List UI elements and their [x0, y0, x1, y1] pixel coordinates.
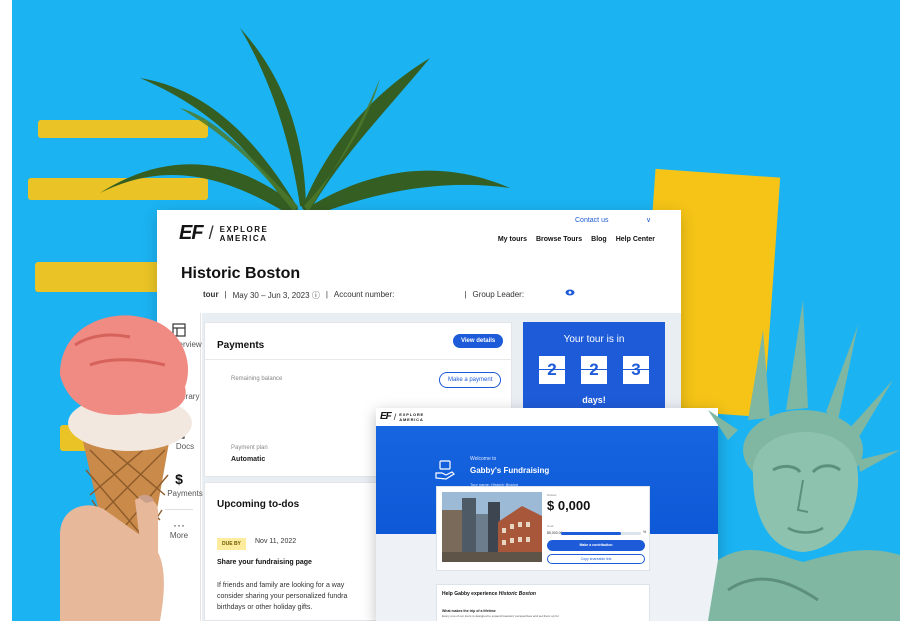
- help-card: Help Gabby experience Historic Boston Wh…: [436, 584, 650, 621]
- todo-line: consider sharing your personalized fundr…: [217, 593, 348, 600]
- countdown-digit: 3: [623, 356, 649, 384]
- progress-track: [561, 532, 641, 535]
- help-title-prefix: Help Gabby experience: [442, 591, 498, 597]
- copy-link-button[interactable]: Copy shareable link: [547, 554, 645, 564]
- ice-cream-image: [60, 315, 192, 621]
- logo-subtitle: EXPLORE AMERICA: [219, 224, 269, 243]
- eye-icon[interactable]: [565, 289, 575, 296]
- due-badge: DUE BY: [217, 538, 246, 550]
- payment-plan-value: Automatic: [231, 456, 266, 463]
- goal-label: Goal: [547, 524, 554, 528]
- view-details-button[interactable]: View details: [453, 334, 504, 348]
- ef-explore-america-logo[interactable]: EF / EXPLORE AMERICA: [380, 411, 425, 422]
- tour-dates: May 30 – Jun 3, 2023 ⓘ: [233, 290, 320, 301]
- tour-meta: tour | May 30 – Jun 3, 2023 ⓘ | Account …: [203, 290, 524, 301]
- fundraising-card: Raised $ 0,000 Goal $5,000.00 % Make a c…: [436, 486, 650, 571]
- logo-ef-text: EF: [380, 411, 392, 422]
- logo-ef-text: EF: [179, 222, 204, 244]
- fundraising-window: EF / EXPLORE AMERICA Welcome to Gabby's …: [376, 408, 718, 621]
- todo-line: If friends and family are looking for a …: [217, 582, 345, 589]
- progress-percent: %: [643, 530, 647, 534]
- progress-fill: [561, 532, 621, 535]
- chevron-down-icon[interactable]: ∨: [646, 216, 651, 224]
- contact-us-link[interactable]: Contact us: [575, 217, 608, 224]
- help-title-tour: Historic Boston: [498, 591, 536, 597]
- payments-title: Payments: [217, 340, 265, 351]
- remaining-balance-label: Remaining balance: [231, 376, 283, 382]
- todo-line: birthdays or other holiday gifts.: [217, 604, 313, 611]
- fundraising-name: Gabby's Fundraising: [470, 466, 550, 475]
- logo-subtitle: EXPLORE AMERICA: [399, 411, 425, 422]
- nav-browse-tours[interactable]: Browse Tours: [536, 236, 582, 243]
- countdown-title: Your tour is in: [563, 334, 625, 345]
- promo-stage: EF / EXPLORE AMERICA Contact us ∨ My tou…: [0, 0, 900, 621]
- boston-photo: [442, 492, 542, 562]
- due-date: Nov 11, 2022: [255, 538, 297, 545]
- header: EF / EXPLORE AMERICA Contact us ∨ My tou…: [157, 210, 681, 258]
- countdown-card: Your tour is in 2 2 3 days!: [523, 322, 665, 417]
- top-nav: My tours Browse Tours Blog Help Center: [498, 236, 655, 243]
- raised-label: Raised: [547, 493, 557, 497]
- countdown-digit: 2: [581, 356, 607, 384]
- account-number-value: [400, 290, 458, 301]
- help-subtitle: What makes the trip of a lifetime: [442, 609, 496, 613]
- todos-title: Upcoming to-dos: [217, 499, 300, 510]
- group-leader-label: Group Leader:: [472, 290, 525, 299]
- help-body: Every one of our tours is designed to ex…: [442, 614, 559, 618]
- nav-blog[interactable]: Blog: [591, 236, 607, 243]
- separator: |: [464, 290, 467, 299]
- tour-dates-text: May 30 – Jun 3, 2023: [232, 291, 310, 300]
- logo-slash: /: [208, 223, 214, 243]
- statue-of-liberty-image: [708, 300, 900, 621]
- todo-item-text: If friends and family are looking for a …: [217, 580, 397, 613]
- separator: |: [224, 290, 227, 299]
- help-title: Help Gabby experience Historic Boston: [442, 591, 536, 597]
- nav-help-center[interactable]: Help Center: [616, 236, 655, 243]
- payment-plan-label: Payment plan: [231, 445, 268, 451]
- make-contribution-button[interactable]: Make a contribution: [547, 540, 645, 551]
- todo-item-title[interactable]: Share your fundraising page: [217, 559, 312, 566]
- welcome-text: Welcome to: [470, 456, 497, 462]
- donation-hand-icon: [435, 460, 455, 480]
- nav-my-tours[interactable]: My tours: [498, 236, 527, 243]
- countdown-unit: days!: [582, 395, 606, 405]
- fundraising-header: EF / EXPLORE AMERICA: [376, 408, 718, 426]
- separator: |: [325, 290, 328, 299]
- divider: [205, 359, 513, 360]
- account-number-label: Account number:: [333, 290, 395, 299]
- logo-slash: /: [393, 411, 397, 422]
- countdown-digit: 2: [539, 356, 565, 384]
- page-title: Historic Boston: [181, 265, 301, 282]
- make-payment-button[interactable]: Make a payment: [439, 372, 502, 388]
- raised-amount: $ 0,000: [547, 498, 591, 513]
- info-icon[interactable]: ⓘ: [312, 291, 320, 300]
- tour-type: tour: [203, 290, 219, 299]
- ef-explore-america-logo[interactable]: EF / EXPLORE AMERICA: [179, 222, 272, 245]
